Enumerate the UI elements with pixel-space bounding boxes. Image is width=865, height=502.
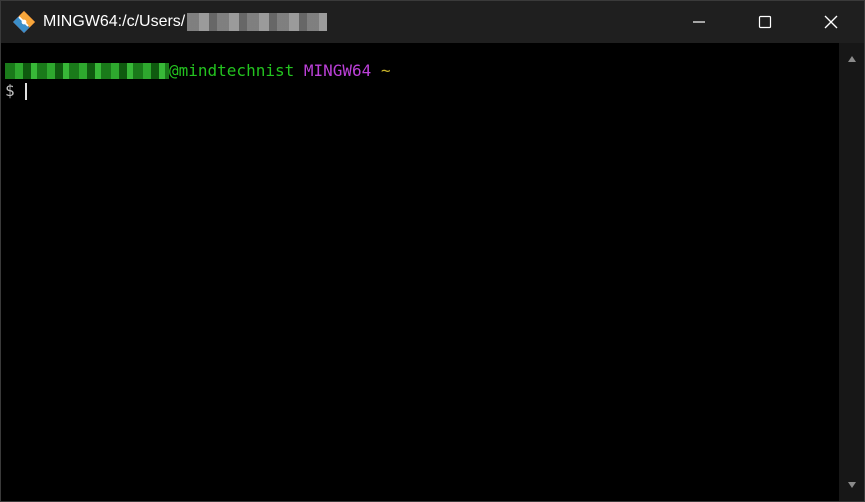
close-button[interactable] [798,1,864,43]
title-bar[interactable]: MINGW64:/c/Users/ [1,1,864,43]
window-title: MINGW64:/c/Users/ [43,13,328,31]
text-cursor [24,82,27,100]
prompt-shell: MINGW64 [303,61,372,80]
terminal-output[interactable]: @mindtechnist MINGW64 ~ $ [1,43,839,501]
git-diamond-icon [11,9,37,35]
minimize-icon [693,21,705,23]
close-icon [824,15,838,29]
window-controls [666,1,864,43]
prompt-path: ~ [380,61,391,80]
prompt-input-line[interactable]: $ [5,81,839,101]
redacted-user [5,63,169,79]
terminal-window: MINGW64:/c/Users/ @mindtechnist MINGW64 … [0,0,865,502]
prompt-symbol: $ [5,81,15,100]
scroll-down-button[interactable] [839,475,864,495]
minimize-button[interactable] [666,1,732,43]
maximize-button[interactable] [732,1,798,43]
vertical-scrollbar[interactable] [839,43,864,501]
maximize-icon [758,15,772,29]
prompt-info-line: @mindtechnist MINGW64 ~ [5,61,839,81]
redacted-username [187,13,328,31]
prompt-host: @mindtechnist [169,61,295,80]
chevron-down-icon [847,482,856,488]
chevron-up-icon [847,56,856,62]
scroll-up-button[interactable] [839,49,864,69]
window-title-text: MINGW64:/c/Users/ [43,13,186,30]
